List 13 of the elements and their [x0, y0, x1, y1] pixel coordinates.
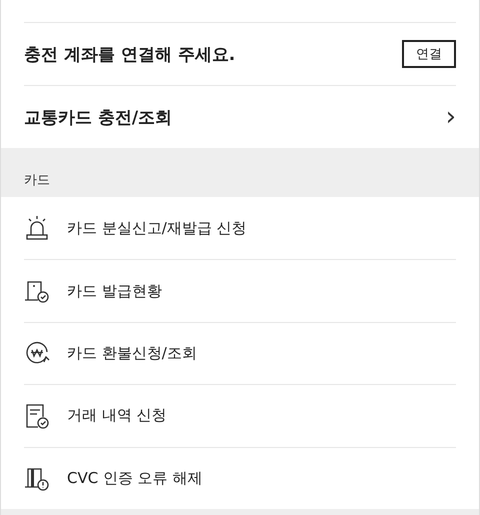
account-message: 충전 계좌를 연결해 주세요. — [24, 44, 236, 66]
menu-item[interactable]: 카드 발급현황 — [67, 282, 162, 301]
won-refresh-icon — [24, 340, 50, 366]
section-title: 카드 — [24, 172, 50, 189]
menu-item[interactable]: 카드 환불신청/조회 — [67, 344, 197, 363]
document-check-icon — [24, 402, 50, 429]
siren-icon — [24, 215, 50, 242]
transit-card-label[interactable]: 교통카드 충전/조회 — [24, 106, 172, 128]
menu-item[interactable]: CVC 인증 오류 해제 — [67, 468, 203, 488]
menu-item[interactable]: 카드 분실신고/재발급 신청 — [67, 218, 247, 238]
connect-button[interactable]: 연결 — [402, 40, 456, 68]
chevron-icon[interactable]: › — [446, 104, 456, 130]
menu-item[interactable]: 거래 내역 신청 — [67, 406, 167, 426]
